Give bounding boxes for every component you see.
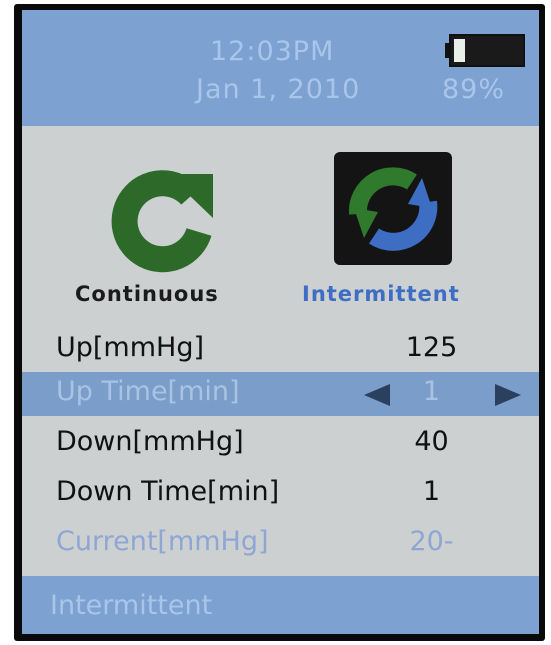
setting-label: Down Time[min] xyxy=(56,476,280,507)
status-header: 12:03PM Jan 1, 2010 89% xyxy=(22,10,539,126)
setting-value: 125 xyxy=(405,332,458,363)
setting-label: Up[mmHg] xyxy=(56,332,205,363)
setting-row-down-pressure[interactable]: Down[mmHg] 40 xyxy=(22,422,539,466)
setting-row-up-pressure[interactable]: Up[mmHg] 125 xyxy=(22,328,539,372)
battery-percent: 89% xyxy=(442,74,506,105)
setting-value: 20- xyxy=(409,526,454,557)
intermittent-mode-button[interactable] xyxy=(322,152,492,282)
setting-label: Down[mmHg] xyxy=(56,426,244,457)
setting-row-current-pressure: Current[mmHg] 20- xyxy=(22,522,539,566)
continuous-mode-button[interactable] xyxy=(82,152,252,282)
clock-time: 12:03PM xyxy=(210,36,335,67)
intermittent-icon-box xyxy=(334,152,452,265)
clock-date: Jan 1, 2010 xyxy=(196,74,361,105)
continuous-refresh-icon xyxy=(111,170,213,273)
setting-value: 1 xyxy=(422,476,441,507)
setting-row-down-time[interactable]: Down Time[min] 1 xyxy=(22,472,539,516)
setting-value: 1 xyxy=(422,376,441,407)
continuous-mode-label: Continuous xyxy=(75,282,219,306)
setting-value: 40 xyxy=(414,426,449,457)
intermittent-mode-label: Intermittent xyxy=(302,282,460,306)
setting-label: Up Time[min] xyxy=(56,376,240,407)
setting-row-up-time[interactable]: Up Time[min] 1 xyxy=(22,372,539,416)
increase-arrow-icon[interactable] xyxy=(495,384,521,406)
intermittent-cycle-icon xyxy=(348,167,438,251)
setting-label: Current[mmHg] xyxy=(56,526,269,557)
battery-icon xyxy=(445,34,525,67)
mode-footer-bar: Intermittent xyxy=(22,576,539,634)
device-screen: 12:03PM Jan 1, 2010 89% Continuous Inter… xyxy=(22,10,539,634)
footer-mode-text: Intermittent xyxy=(50,590,213,621)
